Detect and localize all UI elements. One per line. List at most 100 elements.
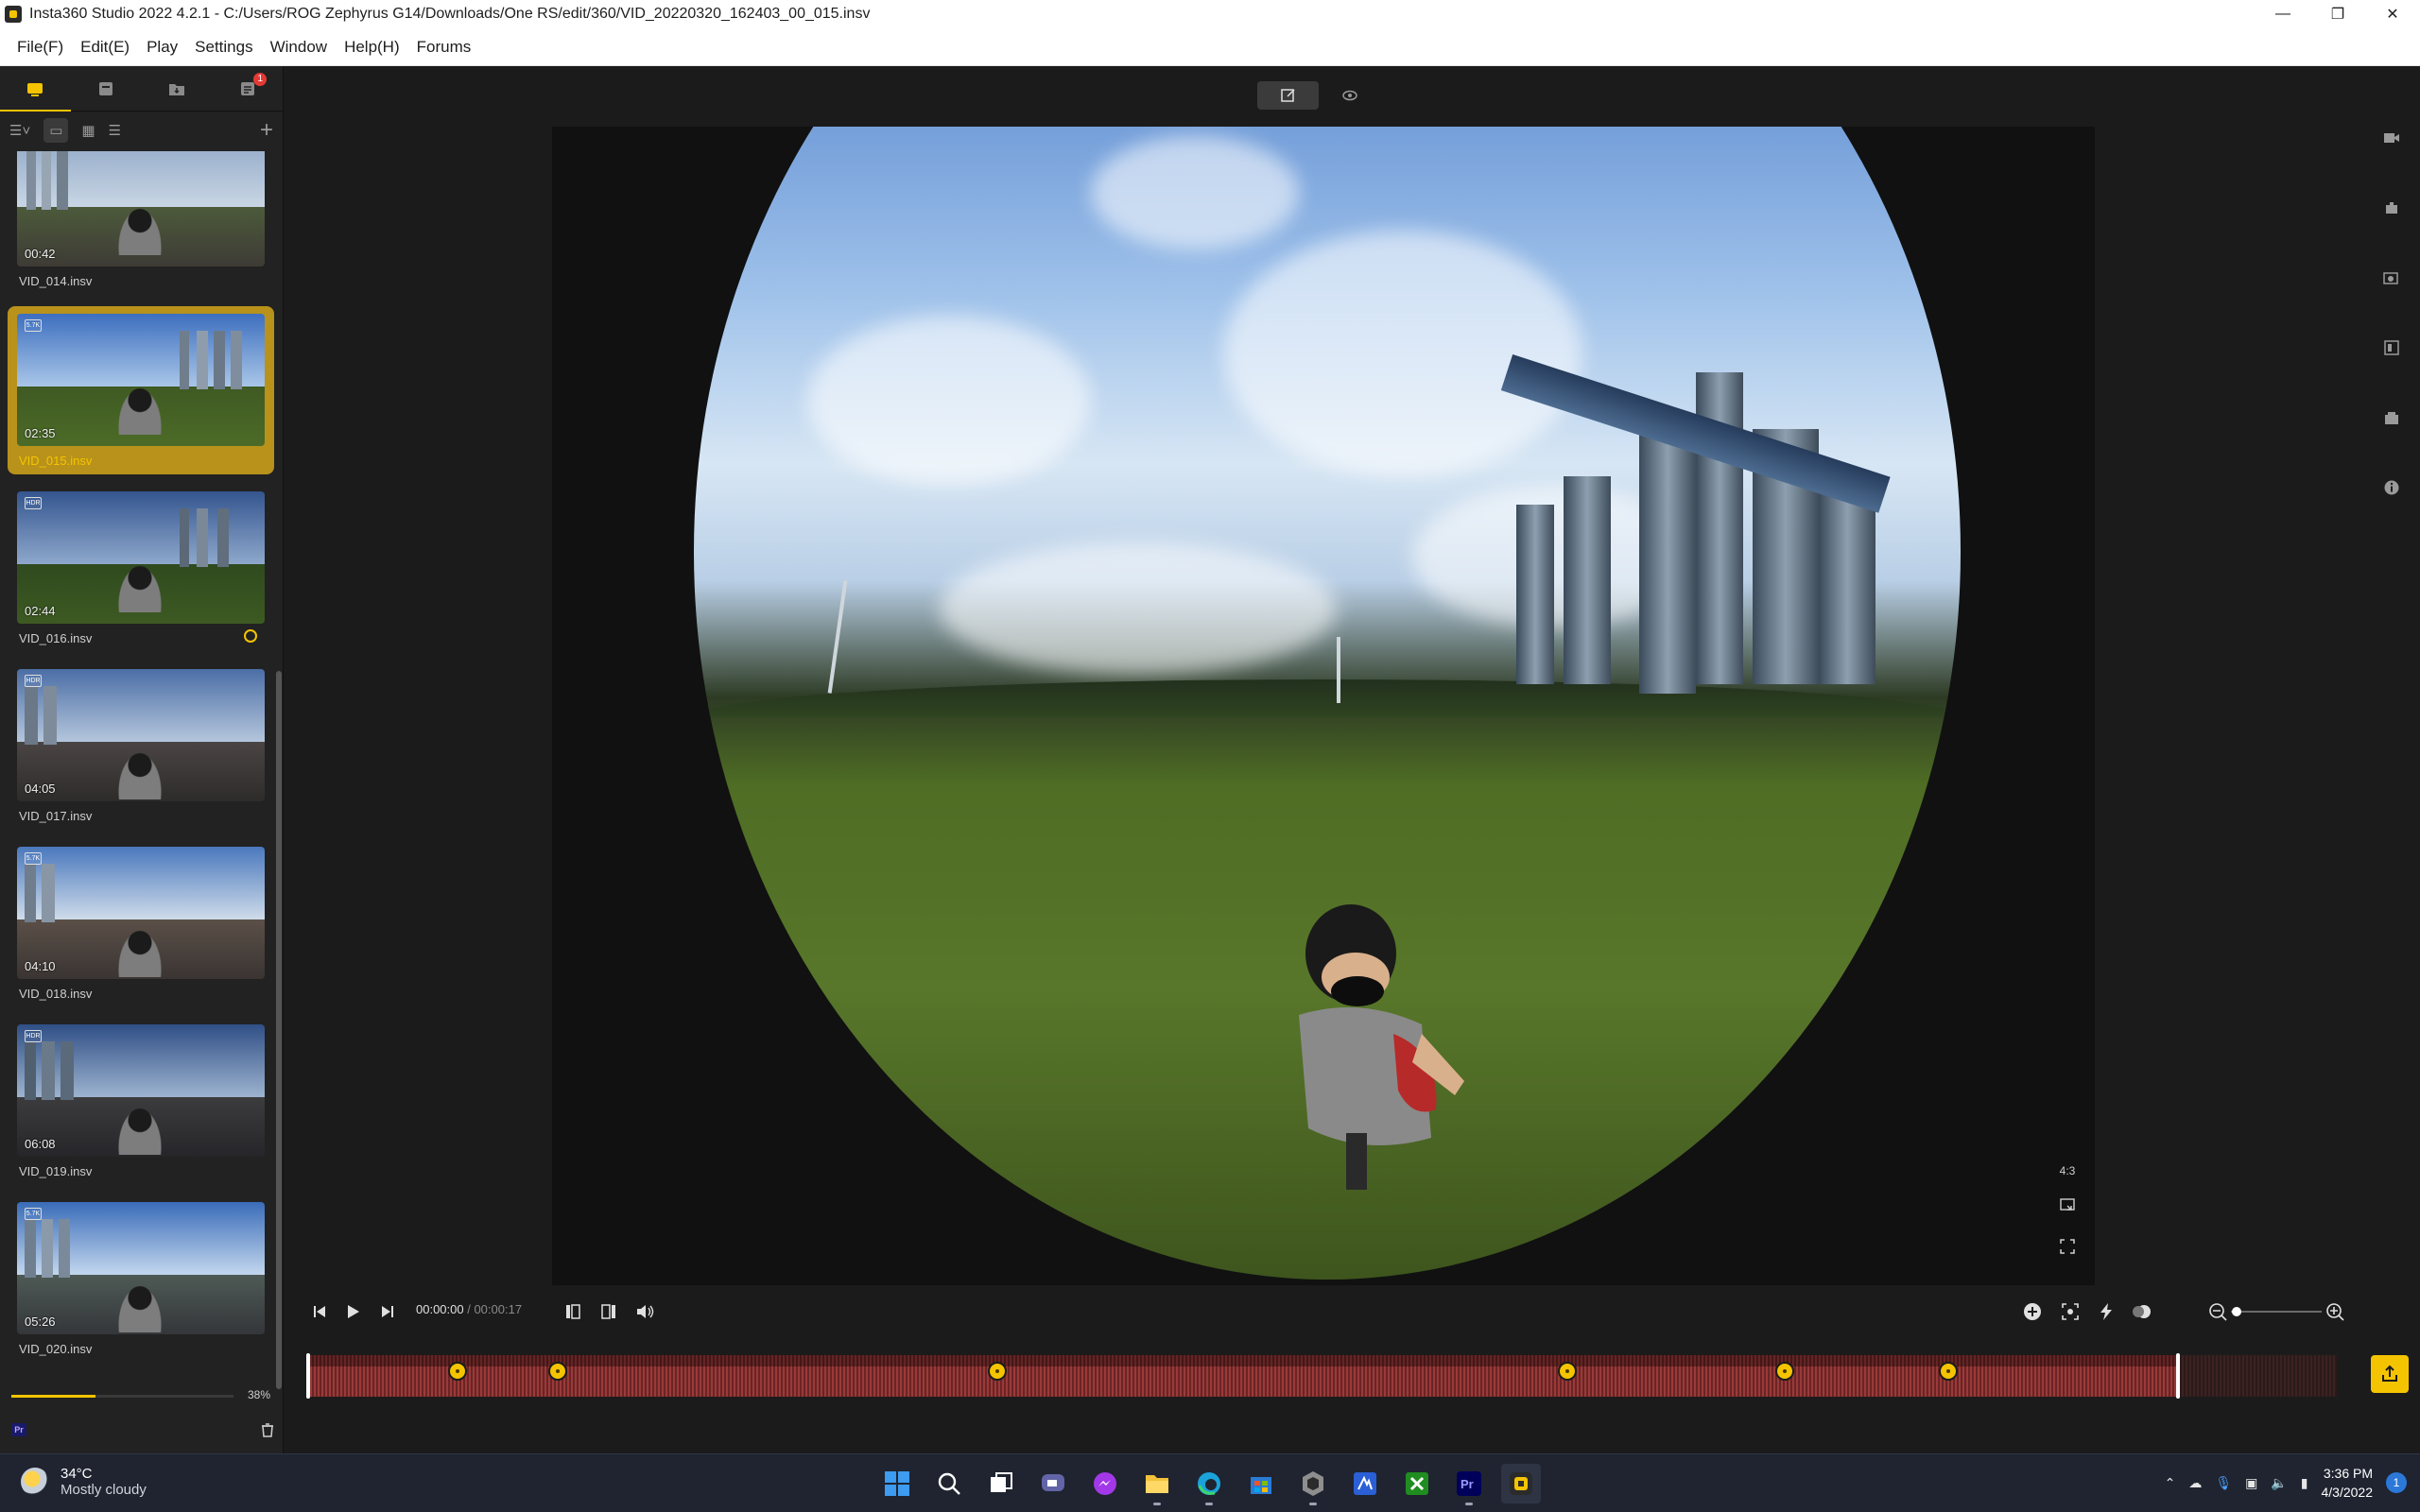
- menu-edit[interactable]: Edit(E): [80, 38, 130, 57]
- timeline[interactable]: [284, 1346, 2420, 1406]
- large-thumbnail-view-icon[interactable]: ▭: [43, 118, 69, 143]
- skip-back-icon[interactable]: [308, 1298, 331, 1325]
- microphone-icon[interactable]: 🎙: [2215, 1475, 2232, 1491]
- trim-end-icon[interactable]: [597, 1298, 620, 1325]
- clock[interactable]: 3:36 PM 4/3/2022: [2322, 1464, 2374, 1502]
- sort-filter-icon[interactable]: ☰˅: [9, 118, 30, 143]
- menu-file[interactable]: File(F): [17, 38, 63, 57]
- zoom-in-icon[interactable]: [2324, 1298, 2346, 1325]
- info-icon[interactable]: [2380, 476, 2403, 499]
- export-button[interactable]: [2371, 1355, 2409, 1393]
- snapshot-icon[interactable]: [2380, 266, 2403, 289]
- weather-widget[interactable]: 34°C Mostly cloudy: [21, 1466, 147, 1498]
- clip-duration: 02:35: [25, 426, 56, 440]
- deep-track-icon[interactable]: [2059, 1298, 2082, 1325]
- window-controls: — ❐ ✕: [2256, 0, 2420, 28]
- search-icon[interactable]: [929, 1464, 969, 1503]
- premiere-pro-icon[interactable]: Pr: [1449, 1464, 1489, 1505]
- keyframe-marker[interactable]: [1775, 1362, 1794, 1381]
- task-view-icon[interactable]: [981, 1464, 1021, 1503]
- clip-card[interactable]: HDR 06:08 VID_019.insv: [8, 1017, 274, 1185]
- color-adjust-icon[interactable]: [2380, 336, 2403, 359]
- menu-forums[interactable]: Forums: [417, 38, 472, 57]
- keyframe-marker[interactable]: [988, 1362, 1007, 1381]
- premiere-icon[interactable]: Pr: [11, 1423, 26, 1436]
- edit-mode-button[interactable]: [1257, 81, 1319, 110]
- myasus-icon[interactable]: [1345, 1464, 1385, 1503]
- keyframe-marker[interactable]: [1558, 1362, 1577, 1381]
- trash-icon[interactable]: [259, 1421, 276, 1438]
- plugins-icon[interactable]: [2380, 197, 2403, 219]
- chevron-up-icon[interactable]: ⌃: [2165, 1475, 2176, 1491]
- zoom-out-icon[interactable]: [2206, 1298, 2229, 1325]
- insta360-studio-icon[interactable]: [1501, 1464, 1541, 1503]
- tab-media-library[interactable]: [0, 66, 71, 112]
- grid-view-icon[interactable]: ▦: [81, 118, 95, 143]
- tab-export-queue[interactable]: 1: [212, 66, 283, 112]
- notification-count[interactable]: 1: [2386, 1472, 2407, 1493]
- media-library-icon: [27, 82, 43, 96]
- tab-project[interactable]: [71, 66, 142, 112]
- clip-thumbnail: HDR 04:05: [17, 669, 265, 801]
- format-badge: 5.7K: [25, 319, 42, 332]
- speaker-icon[interactable]: 🔈: [2271, 1475, 2287, 1491]
- armoury-crate-icon[interactable]: [1293, 1464, 1333, 1505]
- preview-mode-button[interactable]: [1319, 81, 1380, 110]
- play-icon[interactable]: [342, 1298, 365, 1325]
- network-icon[interactable]: ▣: [2245, 1475, 2257, 1491]
- clip-card-selected[interactable]: 5.7K 02:35 VID_015.insv: [8, 306, 274, 474]
- menu-window[interactable]: Window: [270, 38, 327, 57]
- keyframe-marker[interactable]: [1939, 1362, 1958, 1381]
- restore-button[interactable]: ❐: [2310, 0, 2365, 28]
- time-separator: /: [463, 1302, 475, 1316]
- add-keyframe-icon[interactable]: [2021, 1298, 2044, 1325]
- clip-card[interactable]: HDR 04:05 VID_017.insv: [8, 662, 274, 830]
- skip-forward-icon[interactable]: [376, 1298, 399, 1325]
- volume-icon[interactable]: [633, 1298, 656, 1325]
- start-icon[interactable]: [877, 1464, 917, 1503]
- zoom-slider[interactable]: [2231, 1298, 2322, 1325]
- video-viewport[interactable]: 4:3: [552, 127, 2095, 1285]
- keyframe-marker[interactable]: [548, 1362, 567, 1381]
- timeline-track[interactable]: [308, 1355, 2337, 1397]
- menu-help[interactable]: Help(H): [344, 38, 400, 57]
- trim-start-handle[interactable]: [306, 1353, 310, 1399]
- clip-card[interactable]: HDR 02:44 VID_016.insv: [8, 484, 274, 652]
- speed-ramp-icon[interactable]: [2095, 1298, 2118, 1325]
- menu-play[interactable]: Play: [147, 38, 178, 57]
- messenger-icon[interactable]: [1085, 1464, 1125, 1503]
- partly-cloudy-icon: [21, 1468, 49, 1496]
- menu-settings[interactable]: Settings: [195, 38, 252, 57]
- camera-settings-icon[interactable]: [2380, 127, 2403, 149]
- minimize-button[interactable]: —: [2256, 0, 2310, 28]
- battery-icon[interactable]: ▮: [2301, 1475, 2308, 1491]
- insta360-app-icon: [5, 6, 22, 23]
- picture-in-picture-icon[interactable]: [2053, 1191, 2082, 1219]
- keyframe-marker[interactable]: [448, 1362, 467, 1381]
- clip-card[interactable]: 00:42 VID_014.insv: [8, 151, 274, 295]
- file-explorer-icon[interactable]: [1137, 1464, 1177, 1505]
- xbox-icon[interactable]: [1397, 1464, 1437, 1503]
- export-settings-icon[interactable]: [2380, 406, 2403, 429]
- microsoft-store-icon[interactable]: [1241, 1464, 1281, 1503]
- list-view-icon[interactable]: ☰: [109, 118, 121, 143]
- edge-browser-icon[interactable]: [1189, 1464, 1229, 1505]
- trim-start-icon[interactable]: [562, 1298, 584, 1325]
- motion-blur-icon[interactable]: [2131, 1298, 2153, 1325]
- teams-chat-icon[interactable]: [1033, 1464, 1073, 1503]
- trim-end-handle[interactable]: [2176, 1353, 2180, 1399]
- clip-list-scrollbar[interactable]: [276, 66, 282, 1389]
- scrollbar-thumb[interactable]: [276, 671, 282, 1389]
- clip-card[interactable]: 5.7K 05:26 VID_020.insv: [8, 1194, 274, 1363]
- media-panel: 1 ☰˅ ▭ ▦ ☰ + 00:42 VID_014.insv 5.7K 02:…: [0, 66, 284, 1453]
- onedrive-icon[interactable]: ☁: [2188, 1475, 2202, 1491]
- video-frame-360[interactable]: [694, 127, 1961, 1280]
- close-button[interactable]: ✕: [2365, 0, 2420, 28]
- total-time: 00:00:17: [474, 1302, 523, 1316]
- clip-card[interactable]: 5.7K 04:10 VID_018.insv: [8, 839, 274, 1007]
- tab-import-folder[interactable]: [142, 66, 213, 112]
- fullscreen-icon[interactable]: [2053, 1232, 2082, 1261]
- aspect-ratio-button[interactable]: 4:3: [2053, 1157, 2082, 1185]
- preview-area: 4:3: [284, 66, 2363, 1295]
- add-media-icon[interactable]: +: [260, 117, 273, 143]
